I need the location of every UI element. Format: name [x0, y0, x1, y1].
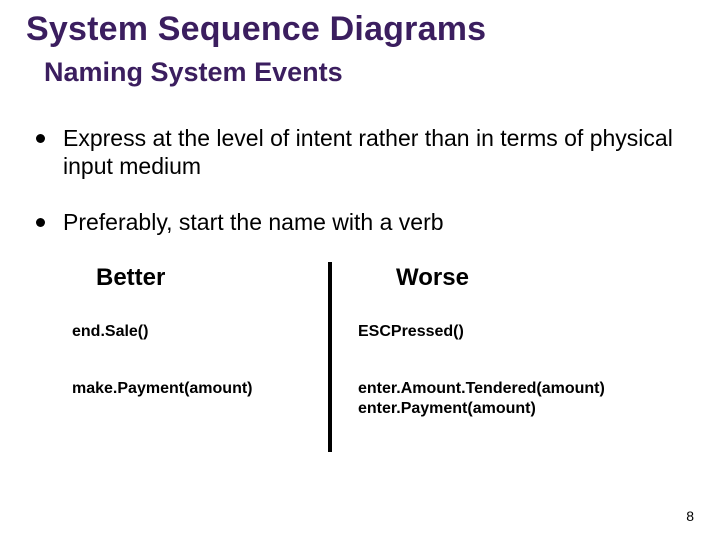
bullet-text: Preferably, start the name with a verb — [63, 208, 444, 236]
worse-item: ESCPressed() — [358, 322, 658, 342]
column-heading-better: Better — [96, 264, 328, 292]
bullet-icon — [36, 218, 45, 227]
slide: System Sequence Diagrams Naming System E… — [0, 0, 720, 540]
list-item: Preferably, start the name with a verb — [36, 208, 694, 236]
comparison-table: Better end.Sale() make.Payment(amount) W… — [72, 264, 694, 455]
worse-item: enter.Amount.Tendered(amount) enter.Paym… — [358, 379, 658, 420]
column-heading-worse: Worse — [396, 264, 658, 292]
worse-column: Worse ESCPressed() enter.Amount.Tendered… — [358, 264, 658, 455]
slide-subtitle: Naming System Events — [44, 57, 694, 88]
bullet-icon — [36, 134, 45, 143]
better-item: make.Payment(amount) — [72, 379, 328, 399]
vertical-divider — [328, 262, 332, 451]
better-column: Better end.Sale() make.Payment(amount) — [72, 264, 328, 455]
bullet-text: Express at the level of intent rather th… — [63, 124, 673, 180]
page-number: 8 — [686, 508, 694, 524]
slide-title: System Sequence Diagrams — [26, 10, 694, 49]
list-item: Express at the level of intent rather th… — [36, 124, 694, 180]
better-item: end.Sale() — [72, 322, 328, 342]
bullet-list: Express at the level of intent rather th… — [36, 124, 694, 236]
